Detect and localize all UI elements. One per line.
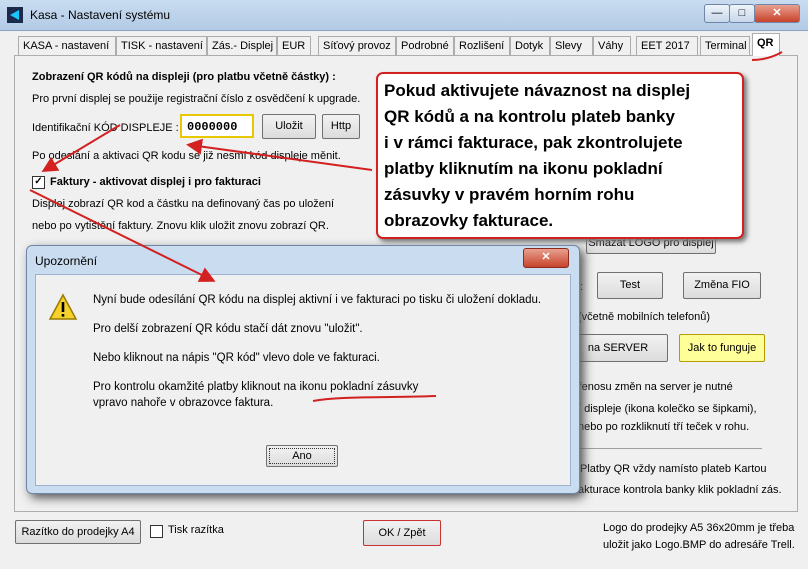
annotation-overlay bbox=[29, 51, 783, 402]
underline-qr-tab bbox=[751, 51, 783, 61]
arrow-to-checkbox bbox=[41, 124, 121, 173]
annotation-arrows bbox=[29, 51, 783, 402]
underline-drawer-icon bbox=[312, 395, 437, 402]
arrow-from-callout bbox=[186, 138, 373, 171]
arrow-to-dialog bbox=[29, 189, 216, 282]
